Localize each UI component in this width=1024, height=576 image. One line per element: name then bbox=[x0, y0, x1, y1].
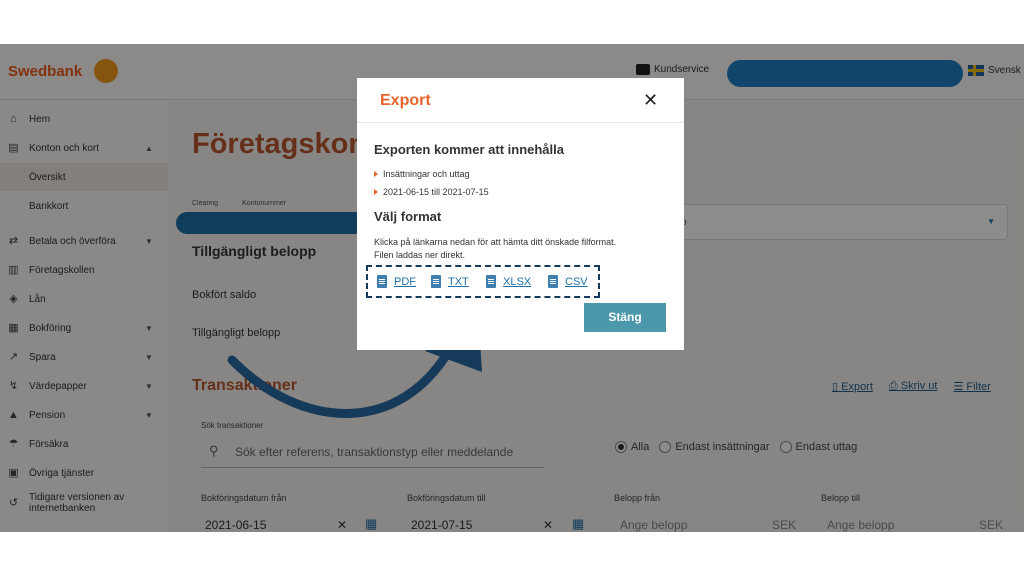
contents-item: 2021-06-15 till 2021-07-15 bbox=[374, 187, 489, 197]
document-icon bbox=[377, 275, 387, 288]
document-icon bbox=[548, 275, 558, 288]
bank-screen: Swedbank Kundservice Svensk ⌂ Hem ▤ Kont… bbox=[0, 44, 1024, 532]
bullet-icon bbox=[374, 171, 378, 177]
format-label: PDF bbox=[394, 275, 416, 288]
format-label: TXT bbox=[448, 275, 469, 288]
close-icon[interactable]: ✕ bbox=[643, 90, 658, 111]
format-link-txt[interactable]: TXT bbox=[431, 275, 469, 288]
format-link-xlsx[interactable]: XLSX bbox=[486, 275, 531, 288]
format-instructions: Klicka på länkarna nedan för att hämta d… bbox=[374, 236, 674, 262]
format-heading: Välj format bbox=[374, 209, 442, 224]
format-label: CSV bbox=[565, 275, 588, 288]
format-link-pdf[interactable]: PDF bbox=[377, 275, 416, 288]
dialog-divider bbox=[357, 122, 684, 123]
format-link-csv[interactable]: CSV bbox=[548, 275, 588, 288]
close-button[interactable]: Stäng bbox=[584, 303, 666, 332]
bullet-icon bbox=[374, 189, 378, 195]
contents-item-label: Insättningar och uttag bbox=[383, 169, 470, 179]
export-dialog: Export ✕ Exporten kommer att innehålla I… bbox=[357, 78, 684, 350]
instructions-line: Filen laddas ner direkt. bbox=[374, 250, 466, 260]
format-label: XLSX bbox=[503, 275, 532, 288]
contents-item: Insättningar och uttag bbox=[374, 169, 470, 179]
contents-heading: Exporten kommer att innehålla bbox=[374, 142, 564, 157]
dialog-title: Export bbox=[380, 92, 431, 109]
contents-item-label: 2021-06-15 till 2021-07-15 bbox=[383, 187, 489, 197]
document-icon bbox=[486, 275, 496, 288]
document-icon bbox=[431, 275, 441, 288]
instructions-line: Klicka på länkarna nedan för att hämta d… bbox=[374, 237, 617, 247]
